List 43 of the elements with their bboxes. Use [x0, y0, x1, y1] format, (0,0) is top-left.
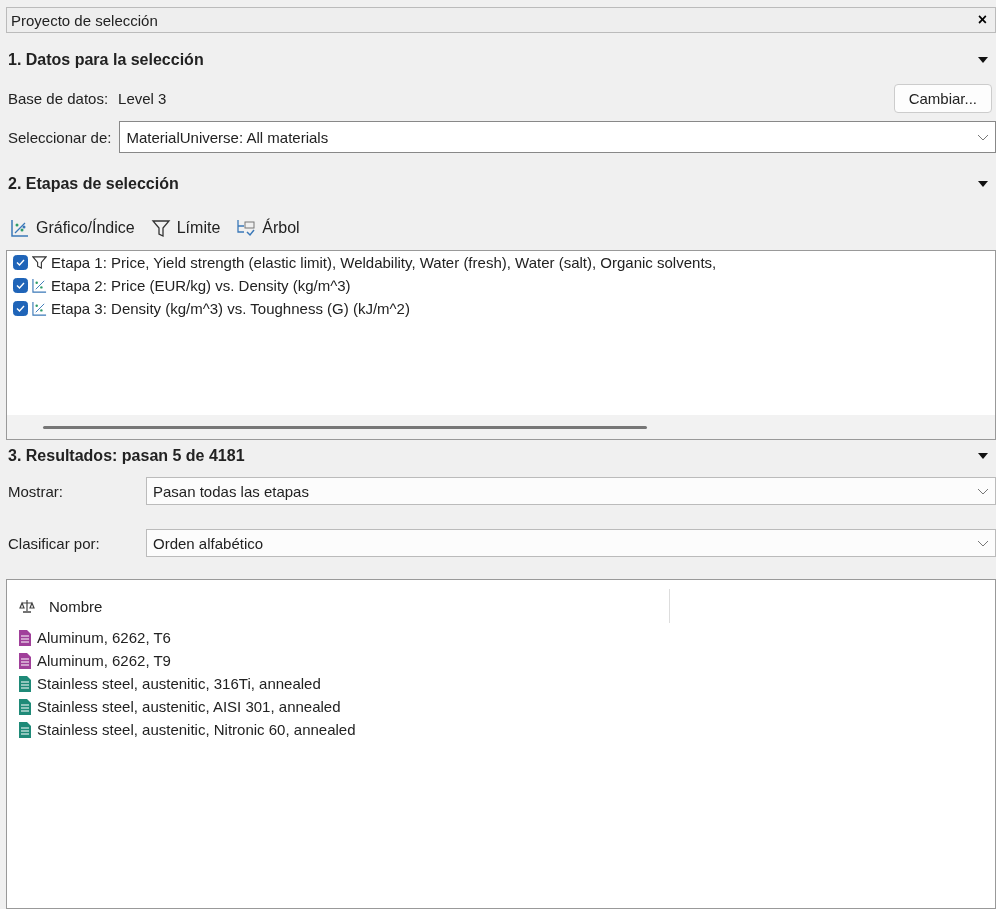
stage-item[interactable]: Etapa 2: Price (EUR/kg) vs. Density (kg/m^3) — [51, 277, 351, 294]
collapse-icon[interactable] — [978, 453, 988, 459]
field-label: Mostrar: — [7, 482, 64, 500]
database-value: Level 3 — [117, 89, 167, 107]
balance-scale-icon — [19, 598, 35, 614]
chevron-icon — [977, 133, 989, 141]
change-button[interactable]: Cambiar... — [893, 83, 992, 113]
tree-icon — [236, 218, 257, 238]
checkbox[interactable] — [13, 301, 28, 316]
material-item[interactable]: Aluminum, 6262, T6 — [37, 629, 171, 646]
section-title: 3. Resultados: pasan 5 de 4181 — [8, 447, 246, 465]
collapse-icon[interactable] — [978, 57, 988, 63]
scrollbar-thumb[interactable] — [43, 425, 647, 429]
material-item[interactable]: Aluminum, 6262, T9 — [37, 652, 171, 669]
scatter-chart-icon — [32, 301, 47, 316]
show-dropdown[interactable]: Pasan todas las etapas — [146, 477, 996, 505]
filter-icon — [32, 255, 47, 270]
checkbox[interactable] — [13, 255, 28, 270]
material-item[interactable]: Stainless steel, austenitic, 316Ti, annealed — [37, 675, 321, 692]
chart-tool-button[interactable]: Gráfico/Índice — [6, 216, 139, 240]
scatter-chart-icon — [10, 218, 30, 238]
section-title: 2. Etapas de selección — [8, 175, 180, 193]
material-item[interactable]: Stainless steel, austenitic, AISI 301, annealed — [37, 698, 341, 715]
limit-tool-button[interactable]: Límite — [146, 216, 225, 240]
tree-tool-button[interactable]: Árbol — [232, 216, 304, 240]
select-dropdown[interactable]: MaterialUniverse: All materials — [119, 121, 996, 153]
stage-item[interactable]: Etapa 3: Density (kg/m^3) vs. Toughness (G) (kJ/m^2) — [51, 300, 410, 317]
collapse-icon[interactable] — [978, 181, 988, 187]
material-item[interactable]: Stainless steel, austenitic, Nitronic 60, annealed — [37, 721, 356, 738]
checkbox[interactable] — [13, 278, 28, 293]
stage-item[interactable]: Etapa 1: Price, Yield strength (elastic limit), Weldability, Water (fresh), Water (salt), Organic solvents, — [51, 254, 717, 271]
filter-icon — [150, 218, 171, 238]
field-label: Clasificar por: — [7, 534, 101, 552]
close-button[interactable]: × — [973, 11, 991, 29]
chevron-icon — [977, 487, 989, 495]
column-header[interactable]: Nombre — [49, 597, 669, 615]
sort-dropdown[interactable]: Orden alfabético — [146, 529, 996, 557]
section-title: 1. Datos para la selección — [8, 51, 205, 69]
field-label: Base de datos: — [7, 89, 109, 107]
window-title: Proyecto de selección — [11, 11, 159, 29]
scatter-chart-icon — [32, 278, 47, 293]
chevron-icon — [977, 539, 989, 547]
field-label: Seleccionar de: — [7, 128, 112, 146]
